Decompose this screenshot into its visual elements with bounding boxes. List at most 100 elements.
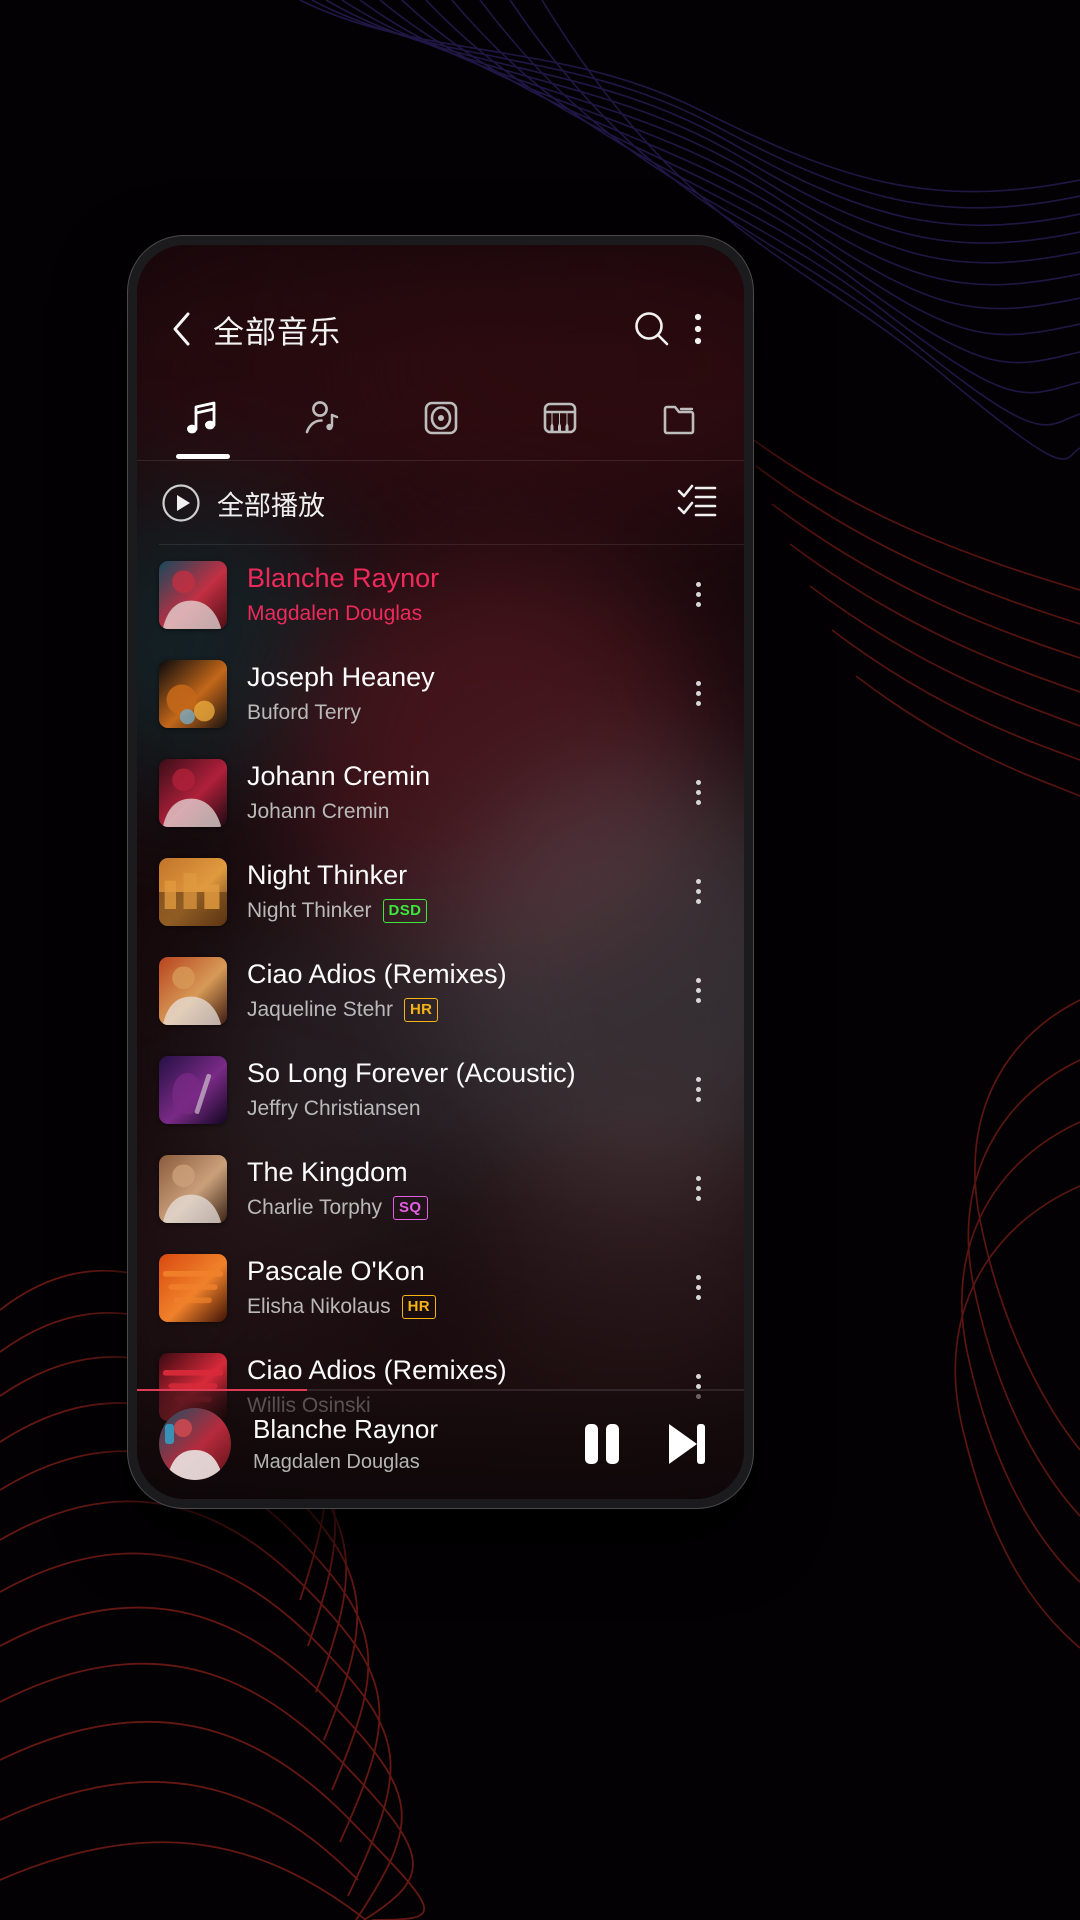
now-playing-artwork[interactable] — [159, 1408, 231, 1480]
track-artwork — [159, 560, 227, 629]
artwork-image — [159, 1253, 227, 1322]
now-playing-bar[interactable]: Blanche Raynor Magdalen Douglas — [137, 1389, 744, 1499]
music-note-icon — [186, 401, 215, 434]
search-icon — [635, 312, 669, 346]
now-playing-title: Blanche Raynor — [253, 1413, 438, 1444]
artist-icon — [305, 401, 338, 434]
track-overflow-button[interactable] — [678, 681, 718, 706]
track-artwork — [159, 857, 227, 926]
track-subtitle: Jaqueline Stehr HR — [247, 998, 678, 1022]
now-playing-meta: Blanche Raynor Magdalen Douglas — [253, 1414, 574, 1474]
track-meta: Night Thinker Night Thinker DSD — [247, 860, 678, 923]
track-row[interactable]: So Long Forever (Acoustic) Jeffry Christ… — [137, 1040, 744, 1139]
track-artwork — [159, 1154, 227, 1223]
track-row[interactable]: Night Thinker Night Thinker DSD — [137, 842, 744, 941]
track-row[interactable]: Ciao Adios (Remixes) Jaqueline Stehr HR — [137, 941, 744, 1040]
track-subtitle: Magdalen Douglas — [247, 602, 678, 626]
more-vertical-icon — [695, 978, 701, 983]
tab-folders[interactable] — [619, 375, 738, 461]
piano-keys-icon — [543, 402, 576, 434]
track-artist: Jeffry Christiansen — [247, 1096, 421, 1120]
track-subtitle: Johann Cremin — [247, 800, 678, 824]
track-subtitle: Buford Terry — [247, 701, 678, 725]
category-tab-bar — [137, 375, 744, 461]
track-artist: Magdalen Douglas — [247, 601, 423, 625]
tab-albums[interactable] — [381, 375, 500, 461]
track-artwork — [159, 956, 227, 1025]
track-meta: Ciao Adios (Remixes) Jaqueline Stehr HR — [247, 959, 678, 1022]
track-overflow-button[interactable] — [678, 879, 718, 904]
play-circle-icon — [162, 484, 200, 522]
track-artist: Jaqueline Stehr — [247, 997, 393, 1021]
track-overflow-button[interactable] — [678, 1176, 718, 1201]
track-overflow-button[interactable] — [678, 1077, 718, 1102]
track-row[interactable]: Johann Cremin Johann Cremin — [137, 743, 744, 842]
folder-icon — [663, 405, 694, 435]
quality-badge: HR — [403, 997, 439, 1022]
phone-screen: 全部音乐 全部播放 Blanche Raynor Magdalen Dougla… — [137, 245, 744, 1499]
track-subtitle: Charlie Torphy SQ — [247, 1196, 678, 1220]
track-subtitle: Night Thinker DSD — [247, 899, 678, 923]
quality-badge: HR — [401, 1294, 437, 1319]
more-vertical-icon — [695, 582, 701, 587]
quality-badge: SQ — [393, 1195, 428, 1220]
play-all-label: 全部播放 — [217, 490, 325, 522]
search-button[interactable] — [626, 303, 678, 355]
more-vertical-icon — [695, 681, 701, 686]
track-artwork — [159, 758, 227, 827]
artwork-image — [159, 560, 227, 629]
overflow-menu-button[interactable] — [678, 303, 718, 355]
track-title: Night Thinker — [247, 860, 408, 890]
screenshot-root: 全部音乐 全部播放 Blanche Raynor Magdalen Dougla… — [0, 0, 1080, 1920]
track-overflow-button[interactable] — [678, 1275, 718, 1300]
playback-progress-bar[interactable] — [137, 1389, 744, 1391]
track-row[interactable]: Blanche Raynor Magdalen Douglas — [137, 545, 744, 644]
track-overflow-button[interactable] — [678, 978, 718, 1003]
track-subtitle: Jeffry Christiansen — [247, 1097, 678, 1121]
track-artist: Charlie Torphy — [247, 1195, 383, 1219]
back-button[interactable] — [159, 306, 205, 352]
artwork-image — [159, 659, 227, 728]
artwork-image — [159, 857, 227, 926]
tab-active-indicator — [175, 454, 230, 459]
checklist-icon — [677, 484, 717, 516]
track-row[interactable]: The Kingdom Charlie Torphy SQ — [137, 1139, 744, 1238]
artwork-image — [159, 758, 227, 827]
playback-controls — [574, 1416, 718, 1472]
track-artist: Buford Terry — [247, 700, 361, 724]
track-title: Joseph Heaney — [247, 662, 435, 692]
play-all-row[interactable]: 全部播放 — [137, 461, 744, 545]
next-track-button[interactable] — [658, 1416, 714, 1472]
now-playing-artist: Magdalen Douglas — [253, 1451, 420, 1474]
quality-badge: DSD — [382, 898, 428, 923]
track-artist: Elisha Nikolaus — [247, 1294, 391, 1318]
track-artwork — [159, 1055, 227, 1124]
tab-artists[interactable] — [262, 375, 381, 461]
track-title: Pascale O'Kon — [247, 1256, 425, 1286]
track-meta: Johann Cremin Johann Cremin — [247, 761, 678, 824]
track-meta: Joseph Heaney Buford Terry — [247, 662, 678, 725]
track-artist: Night Thinker — [247, 898, 372, 922]
track-artwork — [159, 1253, 227, 1322]
track-overflow-button[interactable] — [678, 780, 718, 805]
track-title: So Long Forever (Acoustic) — [247, 1058, 576, 1088]
track-meta: The Kingdom Charlie Torphy SQ — [247, 1157, 678, 1220]
tab-songs[interactable] — [143, 375, 262, 461]
tab-genres[interactable] — [500, 375, 619, 461]
more-vertical-icon — [695, 1077, 701, 1082]
more-vertical-icon — [695, 780, 701, 785]
track-row[interactable]: Joseph Heaney Buford Terry — [137, 644, 744, 743]
track-artwork — [159, 659, 227, 728]
more-vertical-icon — [695, 879, 701, 884]
track-title: Blanche Raynor — [247, 563, 440, 593]
app-header: 全部音乐 — [137, 283, 744, 375]
pause-button[interactable] — [574, 1416, 630, 1472]
track-subtitle: Elisha Nikolaus HR — [247, 1295, 678, 1319]
skip-next-icon — [669, 1424, 705, 1464]
multi-select-button[interactable] — [676, 483, 718, 524]
more-vertical-icon — [695, 1374, 701, 1379]
track-title: Ciao Adios (Remixes) — [247, 1355, 507, 1385]
track-overflow-button[interactable] — [678, 582, 718, 607]
track-row[interactable]: Pascale O'Kon Elisha Nikolaus HR — [137, 1238, 744, 1337]
track-title: Johann Cremin — [247, 761, 431, 791]
